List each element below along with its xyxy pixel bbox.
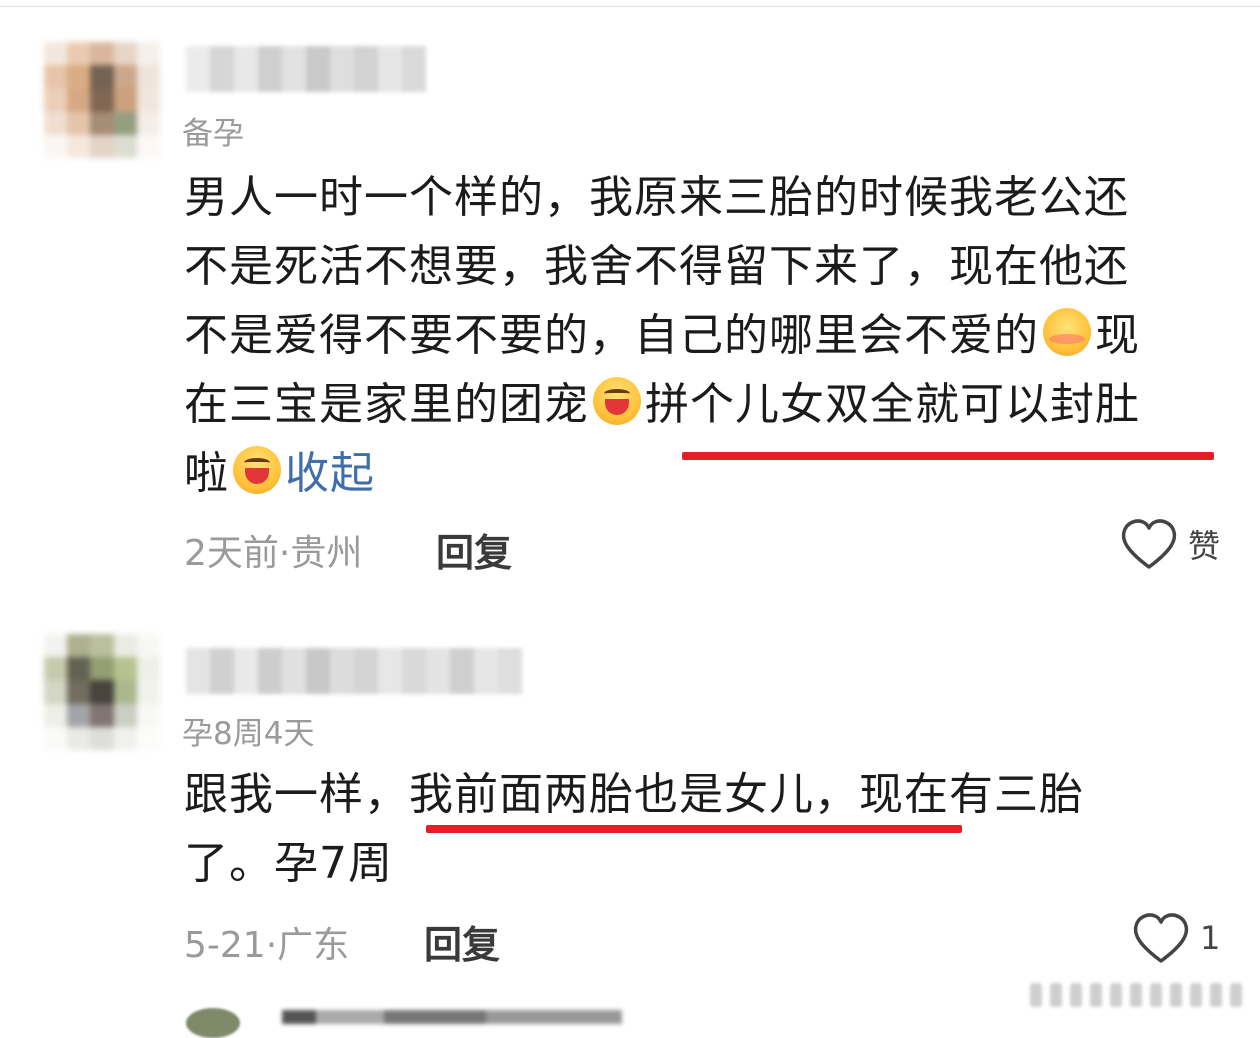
comment-time-location: 2天前·贵州	[184, 533, 363, 574]
comment-line-5: 啦 收起	[184, 439, 1224, 508]
like-button[interactable]: 1	[1132, 912, 1220, 964]
comment-line-2: 不是死活不想要，我舍不得留下来了，现在他还	[184, 241, 1129, 292]
reply-button[interactable]: 回复	[424, 914, 500, 969]
username-redacted[interactable]	[186, 648, 522, 694]
comment-item-2: 孕8周4天 跟我一样，我前面两胎也是女儿，现在有三胎 了。孕7周 5-21·广东…	[0, 600, 1260, 1000]
heart-icon	[1121, 519, 1177, 569]
grin-emoji-icon	[233, 446, 281, 494]
comment-line-5-text: 啦	[184, 448, 229, 499]
like-button[interactable]: 赞	[1120, 518, 1220, 570]
grin-emoji-icon	[593, 377, 641, 425]
comment-line-1-start: 跟我一样，	[184, 769, 409, 820]
next-comment-avatar[interactable]	[186, 1008, 240, 1038]
comment-line-4-highlight: 拼个儿女双全就可以封肚	[645, 379, 1140, 430]
comment-line-2: 了。孕7周	[184, 838, 393, 889]
red-underline-annotation	[426, 825, 962, 833]
comment-line-4: 在三宝是家里的团宠 拼个儿女双全就可以封肚	[184, 370, 1224, 439]
comment-line-3-text: 不是爱得不要不要的，自己的哪里会不爱的	[184, 310, 1039, 361]
avatar[interactable]	[44, 42, 160, 158]
red-underline-annotation	[682, 452, 1214, 460]
next-comment-username-redacted[interactable]	[282, 1010, 622, 1024]
reply-button[interactable]: 回复	[436, 522, 512, 577]
comment-time-location: 5-21·广东	[184, 925, 350, 966]
comment-line-1: 跟我一样，我前面两胎也是女儿，现在有三胎	[184, 760, 1224, 829]
collapse-link[interactable]: 收起	[285, 448, 375, 499]
comment-line-3: 不是爱得不要不要的，自己的哪里会不爱的 现	[184, 301, 1224, 370]
heart-icon	[1133, 913, 1189, 963]
user-tag: 孕8周4天	[182, 716, 315, 752]
like-count: 1	[1200, 919, 1221, 957]
user-tag: 备孕	[182, 116, 244, 152]
comment-line-4-text: 在三宝是家里的团宠	[184, 379, 589, 430]
comment-line-1: 男人一时一个样的，我原来三胎的时候我老公还	[184, 172, 1129, 223]
horizontal-scroll-indicator[interactable]	[1030, 983, 1252, 1007]
avatar[interactable]	[44, 634, 160, 750]
comment-item-1: 备孕 男人一时一个样的，我原来三胎的时候我老公还 不是死活不想要，我舍不得留下来…	[0, 0, 1260, 600]
shy-face-icon	[1043, 308, 1091, 356]
comment-line-3-tail: 现	[1095, 310, 1140, 361]
comment-line-1-highlight: 我前面两胎也是女儿，	[409, 769, 859, 820]
like-label: 赞	[1188, 527, 1221, 565]
username-redacted[interactable]	[186, 46, 426, 92]
comment-line-1-end: 现在有三胎	[859, 769, 1084, 820]
